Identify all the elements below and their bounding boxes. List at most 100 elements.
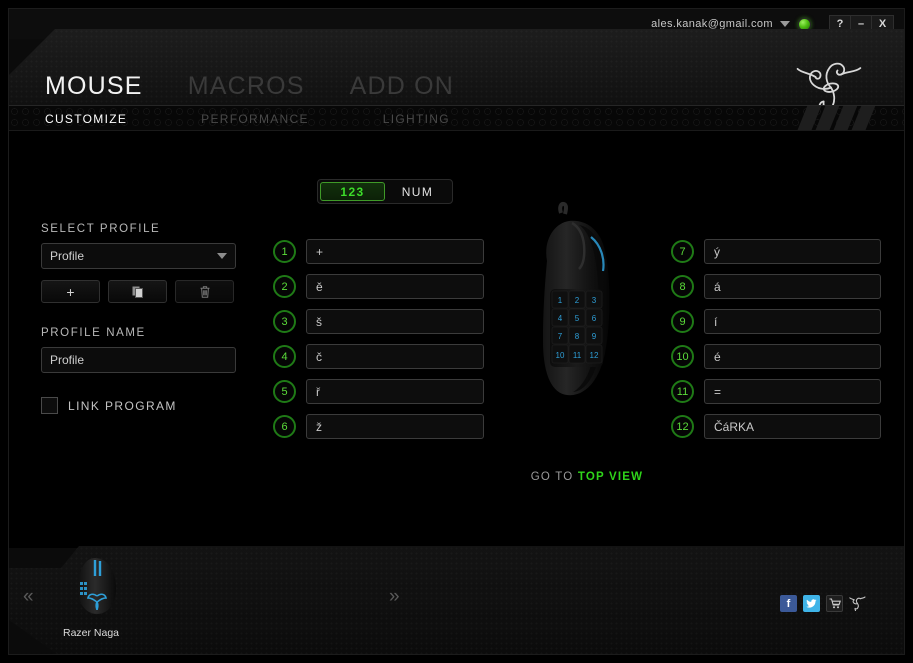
subtab-lighting[interactable]: LIGHTING bbox=[383, 112, 524, 126]
window-frame: ales.kanak@gmail.com ? – X MOUSE MACROS … bbox=[8, 8, 905, 655]
key-badge: 11 bbox=[671, 380, 694, 403]
svg-text:10: 10 bbox=[556, 351, 565, 360]
profile-buttons: + bbox=[41, 280, 241, 303]
facebook-icon[interactable]: f bbox=[780, 595, 797, 612]
svg-text:5: 5 bbox=[575, 314, 580, 323]
online-status-led bbox=[798, 17, 811, 31]
main-tabs: MOUSE MACROS ADD ON bbox=[45, 74, 499, 99]
profile-name-input[interactable]: Profile bbox=[41, 347, 236, 373]
svg-text:12: 12 bbox=[590, 351, 599, 360]
key-badge: 8 bbox=[671, 275, 694, 298]
key-input[interactable]: é bbox=[704, 344, 881, 369]
key-row: 5 ř bbox=[273, 379, 484, 404]
prev-device-button[interactable]: « bbox=[23, 586, 34, 608]
main-content: SELECT PROFILE Profile + PROFILE NAME Pr… bbox=[9, 131, 904, 548]
chevron-down-icon bbox=[217, 253, 227, 259]
key-row: 11 = bbox=[671, 379, 881, 404]
subtab-bar: CUSTOMIZE PERFORMANCE LIGHTING bbox=[9, 105, 904, 131]
key-row: 2 ě bbox=[273, 274, 484, 299]
svg-text:7: 7 bbox=[558, 332, 563, 341]
footer-texture bbox=[9, 546, 904, 654]
key-input[interactable]: č bbox=[306, 344, 484, 369]
key-input[interactable]: í bbox=[704, 309, 881, 334]
razer-synapse-window: ales.kanak@gmail.com ? – X MOUSE MACROS … bbox=[0, 0, 913, 663]
tab-addon[interactable]: ADD ON bbox=[350, 74, 499, 99]
goto-top-view-link[interactable]: GO TO TOP VIEW bbox=[517, 471, 657, 483]
link-program-label: LINK PROGRAM bbox=[68, 398, 177, 413]
razer-naga-icon bbox=[77, 558, 117, 614]
select-profile-label: SELECT PROFILE bbox=[41, 223, 161, 235]
svg-text:2: 2 bbox=[575, 296, 580, 305]
key-row: 12 ČáRKA bbox=[671, 414, 881, 439]
key-row: 4 č bbox=[273, 344, 484, 369]
mode-num-button[interactable]: NUM bbox=[385, 182, 450, 201]
key-badge: 3 bbox=[273, 310, 296, 333]
razer-icon[interactable] bbox=[849, 595, 866, 612]
key-badge: 7 bbox=[671, 240, 694, 263]
tab-macros[interactable]: MACROS bbox=[188, 74, 350, 99]
tab-mouse[interactable]: MOUSE bbox=[45, 74, 188, 99]
key-row: 10 é bbox=[671, 344, 881, 369]
header: MOUSE MACROS ADD ON bbox=[9, 29, 904, 105]
subtab-customize[interactable]: CUSTOMIZE bbox=[45, 112, 201, 126]
slash-decoration bbox=[796, 106, 876, 130]
key-badge: 2 bbox=[273, 275, 296, 298]
copy-icon bbox=[132, 286, 143, 298]
key-badge: 6 bbox=[273, 415, 296, 438]
add-profile-button[interactable]: + bbox=[41, 280, 100, 303]
key-badge: 10 bbox=[671, 345, 694, 368]
key-input[interactable]: ž bbox=[306, 414, 484, 439]
svg-text:9: 9 bbox=[592, 332, 597, 341]
key-input[interactable]: ř bbox=[306, 379, 484, 404]
svg-text:6: 6 bbox=[592, 314, 597, 323]
profile-name-label: PROFILE NAME bbox=[41, 327, 146, 339]
cart-icon[interactable] bbox=[826, 595, 843, 612]
device-thumbnail[interactable]: Razer Naga bbox=[63, 556, 127, 639]
key-badge: 4 bbox=[273, 345, 296, 368]
twitter-icon[interactable] bbox=[803, 595, 820, 612]
key-input[interactable]: + bbox=[306, 239, 484, 264]
key-input[interactable]: ě bbox=[306, 274, 484, 299]
profile-select[interactable]: Profile bbox=[41, 243, 236, 269]
subtab-performance[interactable]: PERFORMANCE bbox=[201, 112, 383, 126]
subtabs: CUSTOMIZE PERFORMANCE LIGHTING bbox=[45, 106, 524, 130]
svg-text:8: 8 bbox=[575, 332, 580, 341]
device-footer: « » Razer Naga f bbox=[9, 546, 904, 654]
trash-icon bbox=[200, 285, 209, 298]
key-input[interactable]: á bbox=[704, 274, 881, 299]
key-badge: 12 bbox=[671, 415, 694, 438]
link-program-checkbox[interactable] bbox=[41, 397, 58, 414]
key-row: 7 ý bbox=[671, 239, 881, 264]
mode-123-button[interactable]: 123 bbox=[320, 182, 385, 201]
account-email: ales.kanak@gmail.com bbox=[651, 18, 773, 30]
key-input[interactable]: ý bbox=[704, 239, 881, 264]
key-row: 1 + bbox=[273, 239, 484, 264]
key-input[interactable]: š bbox=[306, 309, 484, 334]
profile-select-value: Profile bbox=[50, 249, 85, 263]
social-links: f bbox=[780, 595, 866, 612]
device-name-label: Razer Naga bbox=[62, 627, 120, 639]
goto-link-label: TOP VIEW bbox=[577, 471, 644, 483]
chevron-down-icon[interactable] bbox=[780, 21, 790, 27]
key-badge: 5 bbox=[273, 380, 296, 403]
svg-text:3: 3 bbox=[592, 296, 597, 305]
plus-icon: + bbox=[66, 283, 75, 300]
key-row: 3 š bbox=[273, 309, 484, 334]
svg-text:11: 11 bbox=[573, 351, 582, 360]
key-row: 9 í bbox=[671, 309, 881, 334]
next-device-button[interactable]: » bbox=[389, 586, 400, 608]
goto-prefix: GO TO bbox=[530, 471, 574, 483]
duplicate-profile-button[interactable] bbox=[108, 280, 167, 303]
key-badge: 9 bbox=[671, 310, 694, 333]
key-row: 8 á bbox=[671, 274, 881, 299]
key-list-right: 7 ý 8 á 9 í 10 é 11 = 12 ČáRKA bbox=[671, 239, 881, 449]
svg-text:4: 4 bbox=[558, 314, 563, 323]
key-input[interactable]: = bbox=[704, 379, 881, 404]
delete-profile-button[interactable] bbox=[175, 280, 234, 303]
key-input[interactable]: ČáRKA bbox=[704, 414, 881, 439]
key-badge: 1 bbox=[273, 240, 296, 263]
svg-text:1: 1 bbox=[558, 296, 563, 305]
link-program-row[interactable]: LINK PROGRAM bbox=[41, 397, 241, 414]
key-row: 6 ž bbox=[273, 414, 484, 439]
mouse-side-view-image[interactable]: 123 456 789 10 11 12 bbox=[517, 201, 657, 416]
